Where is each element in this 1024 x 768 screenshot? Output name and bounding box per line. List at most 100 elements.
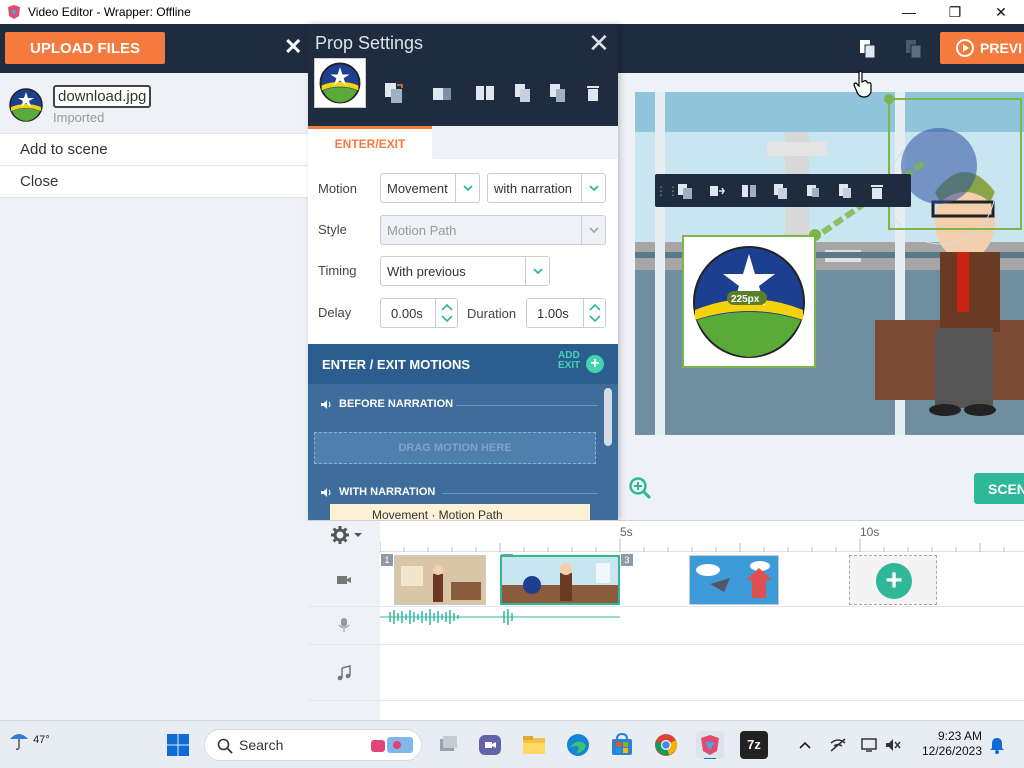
asset-name[interactable]: download.jpg xyxy=(53,85,152,108)
mirror-prop-icon[interactable] xyxy=(733,174,765,207)
window-close-button[interactable]: ✕ xyxy=(978,0,1024,24)
delay-label: Delay xyxy=(318,305,352,320)
with-narration-section: WITH NARRATION xyxy=(320,486,435,498)
divider xyxy=(442,493,598,494)
prop-tabs: ENTER/EXIT xyxy=(308,126,618,159)
7zip-app-icon[interactable]: 7z xyxy=(740,731,768,759)
layer-prop-icon[interactable] xyxy=(797,174,829,207)
tray-chevron-up-icon[interactable] xyxy=(798,740,812,750)
copy-prop-icon[interactable] xyxy=(829,174,861,207)
style-label: Style xyxy=(318,222,347,237)
duration-input[interactable]: 1.00s xyxy=(526,298,606,328)
video-camera-icon xyxy=(337,576,351,584)
add-scene-plus-icon[interactable]: + xyxy=(876,563,912,599)
speaker-muted-icon[interactable] xyxy=(884,737,902,753)
copy-layer-icon[interactable] xyxy=(546,80,570,106)
plus-icon[interactable]: + xyxy=(586,355,604,373)
narration-select[interactable]: with narration xyxy=(487,173,606,203)
narration-value: with narration xyxy=(494,180,573,196)
window-title: Video Editor - Wrapper: Offline xyxy=(28,5,191,19)
network-off-icon[interactable] xyxy=(829,737,847,753)
clock-time: 9:23 AM xyxy=(937,729,982,743)
maximize-button[interactable]: ❐ xyxy=(932,0,978,24)
teams-meet-icon[interactable] xyxy=(476,731,504,759)
taskbar-search[interactable]: Search xyxy=(204,729,422,761)
settings-gear-icon[interactable] xyxy=(330,525,364,545)
timeline-ruler[interactable]: 5s 10s xyxy=(380,521,1024,552)
scene-thumbnail[interactable] xyxy=(689,555,779,605)
scene-thumbnail[interactable] xyxy=(394,555,486,605)
mirror-icon[interactable] xyxy=(473,80,497,106)
weather-widget[interactable]: 47° xyxy=(8,729,50,751)
narration-waveform xyxy=(380,609,620,625)
duplicate-prop-icon[interactable] xyxy=(765,174,797,207)
with-narration-label: WITH NARRATION xyxy=(339,486,436,498)
music-note-icon xyxy=(337,665,351,681)
microphone-icon xyxy=(338,618,350,632)
menu-item-close[interactable]: Close xyxy=(0,166,308,198)
add-exit-line2: EXIT xyxy=(558,360,581,371)
delay-input[interactable]: 0.00s xyxy=(380,298,458,328)
delay-stepper[interactable] xyxy=(435,299,457,327)
swap-prop-icon[interactable] xyxy=(669,174,701,207)
search-highlight-icon xyxy=(371,737,413,753)
task-view-icon[interactable] xyxy=(434,731,462,759)
file-explorer-icon[interactable] xyxy=(520,731,548,759)
preview-button[interactable]: PREVI xyxy=(940,32,1024,64)
delete-icon[interactable] xyxy=(581,80,605,106)
motion-select[interactable]: Movement xyxy=(380,173,480,203)
drag-motion-dropzone[interactable]: DRAG MOTION HERE xyxy=(314,432,596,464)
minimize-button[interactable]: — xyxy=(886,0,932,24)
store-icon[interactable] xyxy=(608,731,636,759)
motions-list: BEFORE NARRATION DRAG MOTION HERE WITH N… xyxy=(308,384,618,520)
motion-value: Movement xyxy=(387,180,448,196)
add-exit-button[interactable]: ADD EXIT xyxy=(558,351,580,371)
windows-start-icon[interactable] xyxy=(166,733,190,757)
motion-label: Motion xyxy=(318,181,358,196)
scene-thumbnail-selected[interactable] xyxy=(500,555,620,605)
zoom-in-icon[interactable] xyxy=(628,476,652,500)
duration-label: Duration xyxy=(467,306,517,321)
style-value: Motion Path xyxy=(387,222,457,238)
system-clock[interactable]: 9:23 AM 12/26/2023 xyxy=(918,729,982,759)
asset-status: Imported xyxy=(53,110,105,125)
flip-horizontal-icon[interactable] xyxy=(430,80,454,106)
app-logo-icon xyxy=(8,5,20,19)
duplicate-icon[interactable] xyxy=(511,80,535,106)
before-narration-label: BEFORE NARRATION xyxy=(339,398,454,410)
style-select: Motion Path xyxy=(380,215,606,245)
preview-label: PREVI xyxy=(980,40,1023,56)
chevron-down-icon xyxy=(455,174,479,202)
chrome-browser-icon[interactable] xyxy=(652,731,680,759)
timing-select[interactable]: With previous xyxy=(380,256,550,286)
asset-panel: download.jpg Imported Add to scene Close xyxy=(0,73,308,720)
scene-illustration xyxy=(635,92,1024,435)
tab-enter-exit[interactable]: ENTER/EXIT xyxy=(308,126,432,159)
copy-icon[interactable] xyxy=(858,38,878,60)
add-scene-slot[interactable]: + xyxy=(849,555,937,605)
duration-stepper[interactable] xyxy=(583,299,605,327)
wrapper-app-icon[interactable] xyxy=(696,731,724,759)
flip-prop-icon[interactable] xyxy=(701,174,733,207)
prop-settings-title: Prop Settings xyxy=(315,33,424,53)
stage-canvas[interactable]: 225px xyxy=(635,92,1024,435)
upload-files-button[interactable]: UPLOAD FILES xyxy=(5,32,165,64)
trash-icon[interactable] xyxy=(861,174,893,207)
motions-scrollbar[interactable] xyxy=(604,388,612,446)
play-icon xyxy=(956,39,974,57)
temperature: 47° xyxy=(33,733,50,746)
asset-item[interactable]: download.jpg Imported xyxy=(0,81,308,133)
display-icon[interactable] xyxy=(860,737,878,753)
prop-settings-close-button[interactable]: ✕ xyxy=(588,28,610,59)
paste-icon[interactable] xyxy=(904,38,924,60)
menu-item-add-to-scene[interactable]: Add to scene xyxy=(0,134,308,166)
timing-value: With previous xyxy=(387,263,466,279)
panel-close-button[interactable]: ✕ xyxy=(284,34,302,60)
scene-button[interactable]: SCENE xyxy=(974,473,1024,504)
umbrella-icon xyxy=(10,734,28,750)
motion-list-item[interactable]: Movement · Motion Path xyxy=(330,504,590,520)
notification-bell-icon[interactable] xyxy=(989,736,1005,754)
drag-handle-icon[interactable]: ⋮⋮ xyxy=(655,184,679,198)
edge-browser-icon[interactable] xyxy=(564,731,592,759)
swap-asset-icon[interactable] xyxy=(382,80,406,106)
